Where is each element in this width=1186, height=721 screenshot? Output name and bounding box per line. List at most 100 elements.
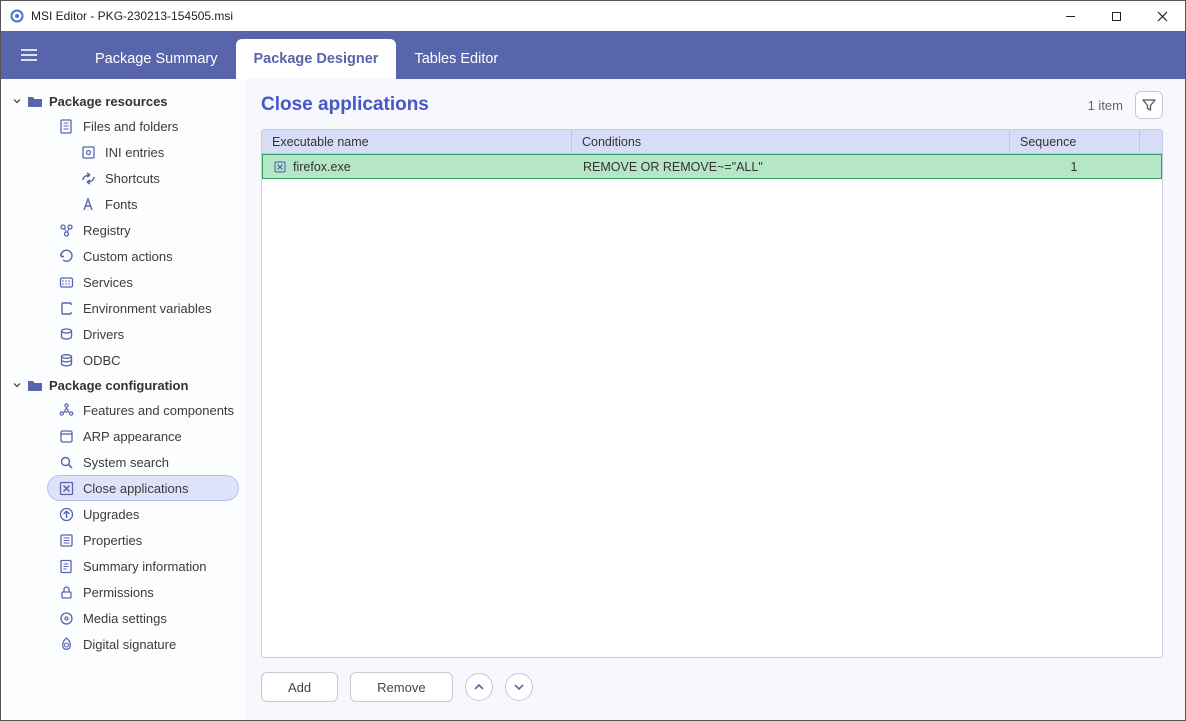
ini-icon	[79, 143, 97, 161]
properties-icon	[57, 531, 75, 549]
header-conditions[interactable]: Conditions	[572, 130, 1010, 153]
sidebar-item[interactable]: Media settings	[1, 605, 239, 631]
sidebar-item[interactable]: Close applications	[47, 475, 239, 501]
tree-group-header[interactable]: Package configuration	[1, 373, 245, 397]
sidebar-item-label: Shortcuts	[105, 171, 160, 186]
sidebar-item-label: Upgrades	[83, 507, 139, 522]
sidebar-item[interactable]: ODBC	[1, 347, 239, 373]
grid-body[interactable]: firefox.exeREMOVE OR REMOVE~="ALL"1	[262, 154, 1162, 657]
media-icon	[57, 609, 75, 627]
sidebar-item-label: Environment variables	[83, 301, 212, 316]
sidebar-item[interactable]: System search	[1, 449, 239, 475]
sidebar-item-label: Registry	[83, 223, 131, 238]
sidebar-item-label: System search	[83, 455, 169, 470]
sidebar-item[interactable]: Permissions	[1, 579, 239, 605]
header-sequence[interactable]: Sequence	[1010, 130, 1140, 153]
tree-group-label: Package configuration	[49, 378, 188, 393]
sidebar-item-label: Permissions	[83, 585, 154, 600]
sidebar: Package resources Files and folders INI en…	[1, 79, 245, 720]
shortcut-icon	[79, 169, 97, 187]
sidebar-item-label: INI entries	[105, 145, 164, 160]
sidebar-item-label: Features and components	[83, 403, 234, 418]
titlebar: MSI Editor - PKG-230213-154505.msi	[1, 1, 1185, 31]
summary-icon	[57, 557, 75, 575]
upgrades-icon	[57, 505, 75, 523]
folder-icon	[27, 93, 43, 109]
header-trailing	[1140, 130, 1162, 153]
data-grid: Executable name Conditions Sequence fire…	[261, 129, 1163, 658]
sidebar-item[interactable]: Shortcuts	[1, 165, 239, 191]
sidebar-item[interactable]: Custom actions	[1, 243, 239, 269]
table-row[interactable]: firefox.exeREMOVE OR REMOVE~="ALL"1	[262, 154, 1162, 179]
features-icon	[57, 401, 75, 419]
app-logo-icon	[9, 8, 25, 24]
sidebar-item-label: Properties	[83, 533, 142, 548]
item-count: 1 item	[1088, 98, 1123, 113]
cell-conditions[interactable]: REMOVE OR REMOVE~="ALL"	[573, 160, 1009, 174]
nav-tabs: Package SummaryPackage DesignerTables Ed…	[77, 31, 516, 79]
sidebar-item-label: ARP appearance	[83, 429, 182, 444]
cell-executable[interactable]: firefox.exe	[263, 160, 573, 174]
sidebar-item[interactable]: Services	[1, 269, 239, 295]
menu-button[interactable]	[7, 31, 51, 79]
sidebar-item[interactable]: Features and components	[1, 397, 239, 423]
minimize-button[interactable]	[1047, 1, 1093, 31]
sidebar-item[interactable]: Environment variables	[1, 295, 239, 321]
close-app-icon	[273, 160, 287, 174]
folder-icon	[27, 377, 43, 393]
chevron-down-icon[interactable]	[9, 93, 25, 109]
nav-tab[interactable]: Package Designer	[236, 39, 397, 79]
sidebar-item[interactable]: Properties	[1, 527, 239, 553]
app-window: MSI Editor - PKG-230213-154505.msi Packa…	[0, 0, 1186, 721]
header-executable[interactable]: Executable name	[262, 130, 572, 153]
sidebar-item[interactable]: Fonts	[1, 191, 239, 217]
sidebar-item-label: Services	[83, 275, 133, 290]
nav-tab[interactable]: Tables Editor	[396, 39, 516, 79]
nav-tab[interactable]: Package Summary	[77, 39, 236, 79]
tree-group-label: Package resources	[49, 94, 168, 109]
body: Package resources Files and folders INI en…	[1, 79, 1185, 720]
page-title: Close applications	[261, 94, 1088, 116]
sidebar-item[interactable]: Digital signature	[1, 631, 239, 657]
sidebar-item-label: Custom actions	[83, 249, 173, 264]
move-down-button[interactable]	[505, 673, 533, 701]
odbc-icon	[57, 351, 75, 369]
env-icon	[57, 299, 75, 317]
sidebar-item[interactable]: Registry	[1, 217, 239, 243]
sidebar-item-label: Media settings	[83, 611, 167, 626]
sidebar-item[interactable]: Drivers	[1, 321, 239, 347]
maximize-button[interactable]	[1093, 1, 1139, 31]
sidebar-item-label: Files and folders	[83, 119, 178, 134]
cell-sequence[interactable]: 1	[1009, 160, 1139, 174]
page-header: Close applications 1 item	[261, 91, 1163, 119]
add-button[interactable]: Add	[261, 672, 338, 702]
arp-icon	[57, 427, 75, 445]
sidebar-item[interactable]: INI entries	[1, 139, 239, 165]
sidebar-item-label: Digital signature	[83, 637, 176, 652]
sidebar-item-label: Drivers	[83, 327, 124, 342]
services-icon	[57, 273, 75, 291]
chevron-down-icon[interactable]	[9, 377, 25, 393]
action-icon	[57, 247, 75, 265]
remove-button[interactable]: Remove	[350, 672, 452, 702]
sidebar-item[interactable]: Upgrades	[1, 501, 239, 527]
sidebar-item[interactable]: Summary information	[1, 553, 239, 579]
registry-icon	[57, 221, 75, 239]
permissions-icon	[57, 583, 75, 601]
file-icon	[57, 117, 75, 135]
close-button[interactable]	[1139, 1, 1185, 31]
move-up-button[interactable]	[465, 673, 493, 701]
ribbon: Package SummaryPackage DesignerTables Ed…	[1, 31, 1185, 79]
drivers-icon	[57, 325, 75, 343]
sidebar-item[interactable]: Files and folders	[1, 113, 239, 139]
grid-header: Executable name Conditions Sequence	[262, 130, 1162, 154]
tree-group-header[interactable]: Package resources	[1, 89, 245, 113]
sidebar-item-label: Close applications	[83, 481, 189, 496]
signature-icon	[57, 635, 75, 653]
sidebar-item[interactable]: ARP appearance	[1, 423, 239, 449]
filter-button[interactable]	[1135, 91, 1163, 119]
sidebar-item-label: Summary information	[83, 559, 207, 574]
main-panel: Close applications 1 item Executable nam…	[245, 79, 1185, 720]
sidebar-item-label: ODBC	[83, 353, 121, 368]
sidebar-item-label: Fonts	[105, 197, 138, 212]
